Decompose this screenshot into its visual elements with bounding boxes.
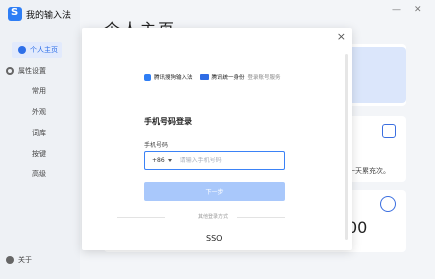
phone-label: 手机号码: [144, 142, 169, 149]
app-title: 我的输入法: [26, 10, 72, 21]
close-icon[interactable]: ×: [337, 30, 346, 43]
sidebar-item-label: 按键: [32, 150, 46, 158]
brand-row: 腾讯搜狗输入法 腾讯统一身份 登录账号服务: [144, 73, 281, 81]
app-window: 我的输入法 个人主页 属性设置 常用 外观 词库 按键 高级 关于 —: [0, 0, 435, 279]
divider-left: [117, 217, 165, 218]
window-close-button[interactable]: ✕: [414, 5, 422, 15]
divider-right: [237, 217, 285, 218]
info-icon: [6, 256, 14, 264]
sidebar-item-settings[interactable]: 属性设置: [0, 63, 80, 79]
sidebar-item-lexicon[interactable]: 词库: [0, 125, 80, 141]
other-login-methods: 其他登录方式: [198, 214, 229, 220]
clock-icon: [380, 196, 396, 212]
sidebar-item-advanced[interactable]: 高级: [0, 166, 80, 182]
app-header: 我的输入法: [8, 7, 71, 21]
sidebar-item-label: 个人主页: [30, 46, 58, 54]
sidebar-item-common[interactable]: 常用: [0, 83, 80, 99]
sidebar-item-appearance[interactable]: 外观: [0, 104, 80, 120]
chevron-down-icon: [167, 159, 172, 162]
tencent-id-logo-icon: [199, 74, 209, 80]
edit-icon[interactable]: [382, 124, 396, 138]
next-button[interactable]: 下一步: [144, 182, 285, 201]
sidebar-item-profile[interactable]: 个人主页: [12, 42, 62, 58]
sidebar-item-label: 属性设置: [18, 67, 46, 75]
brand-name: 腾讯搜狗输入法: [154, 75, 193, 81]
sidebar-item-label: 高级: [32, 170, 46, 178]
sogou-logo-icon: [144, 73, 151, 81]
sidebar-item-label: 关于: [18, 256, 32, 264]
sidebar-item-label: 词库: [32, 129, 46, 137]
sidebar-item-label: 外观: [32, 108, 46, 116]
minimize-button[interactable]: —: [392, 5, 401, 15]
sidebar-item-keys[interactable]: 按键: [0, 146, 80, 162]
sidebar: 我的输入法 个人主页 属性设置 常用 外观 词库 按键 高级 关于: [0, 0, 80, 279]
brand-id-suffix: 登录账号服务: [247, 75, 281, 81]
sidebar-item-about[interactable]: 关于: [0, 252, 80, 268]
phone-input[interactable]: [179, 157, 270, 164]
app-logo-icon: [8, 7, 22, 21]
phone-field: +86: [144, 151, 285, 170]
login-title: 手机号码登录: [144, 117, 192, 126]
login-dialog: × 腾讯搜狗输入法 腾讯统一身份 登录账号服务 手机号码登录 手机号码 +86 …: [82, 28, 352, 250]
sso-login-link[interactable]: SSO: [206, 234, 222, 243]
brand-id-name: 腾讯统一身份: [211, 75, 245, 81]
sidebar-item-label: 常用: [32, 87, 46, 95]
person-icon: [18, 46, 26, 54]
gear-icon: [6, 67, 14, 75]
country-code-select[interactable]: +86: [145, 157, 172, 164]
country-code-value: +86: [152, 157, 165, 164]
card-text: 一天累充次。: [348, 167, 390, 175]
scrollbar[interactable]: [345, 54, 348, 240]
